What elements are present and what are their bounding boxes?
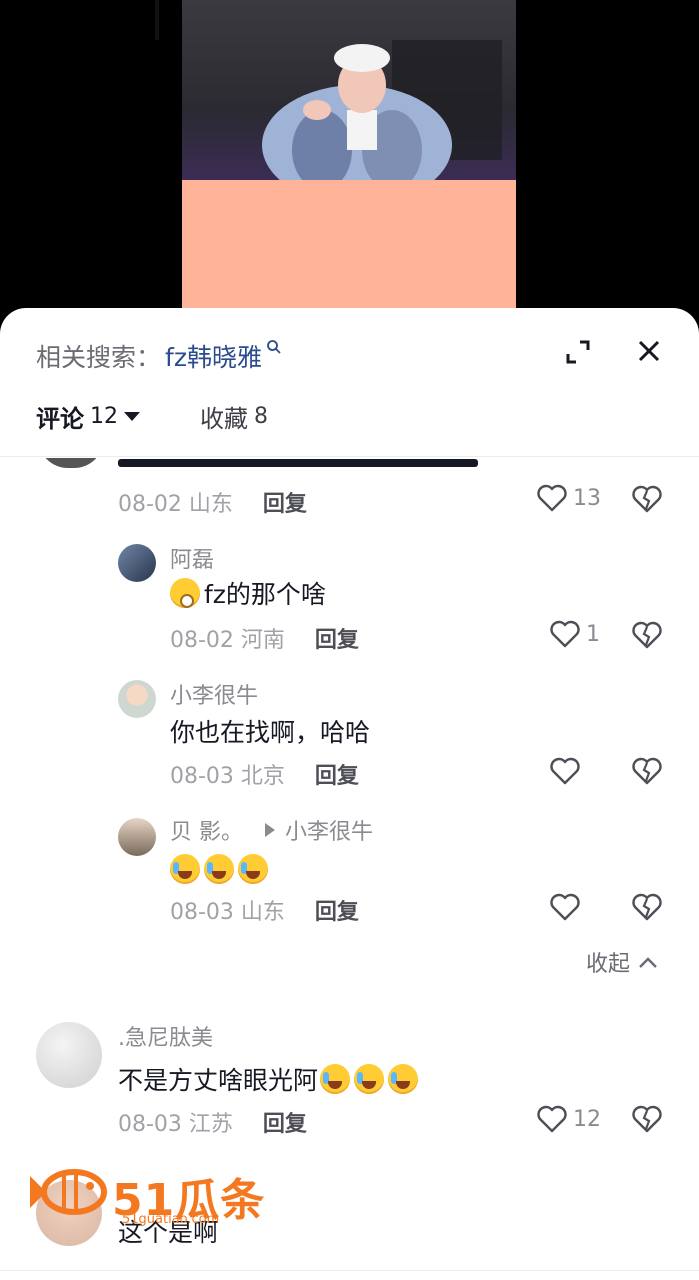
- avatar[interactable]: [38, 458, 104, 468]
- reply-button[interactable]: 回复: [263, 486, 307, 518]
- related-search-label: 相关搜索：: [36, 343, 162, 372]
- shocked-emoji-icon: [170, 578, 200, 608]
- avatar[interactable]: [118, 680, 156, 718]
- comment-sheet: 相关搜索： fz韩晓雅 评论 12 收藏 8 08-02 山东 回复 13 阿磊…: [0, 308, 699, 1280]
- heart-icon: [537, 1105, 567, 1133]
- laugh-cry-emoji-icon: [320, 1064, 351, 1094]
- reply-username[interactable]: 小李很牛: [170, 678, 258, 710]
- related-search[interactable]: 相关搜索： fz韩晓雅: [36, 336, 282, 376]
- laugh-cry-emoji-icon: [170, 854, 200, 884]
- reply-username[interactable]: 阿磊: [170, 542, 214, 574]
- chevron-up-icon: [639, 957, 657, 968]
- reply-text: [170, 852, 272, 886]
- tab-bar: 评论 12 收藏 8: [36, 396, 328, 436]
- reply-text: 你也在找啊，哈哈: [170, 718, 371, 747]
- person-figure: [262, 44, 452, 180]
- avatar[interactable]: [36, 1022, 102, 1088]
- broken-heart-icon: [632, 757, 662, 785]
- collapse-replies-button[interactable]: 收起: [586, 946, 658, 978]
- reply-meta: 08-02 河南 回复: [170, 622, 359, 654]
- heart-icon: [550, 757, 580, 785]
- divider: [0, 1270, 699, 1271]
- expand-icon[interactable]: [562, 336, 594, 368]
- comment-date-location: 08-02 山东: [118, 492, 233, 517]
- search-icon: [266, 336, 282, 360]
- comment-username[interactable]: .急尼肽美: [118, 1020, 213, 1052]
- fish-logo-icon: [30, 1169, 107, 1215]
- broken-heart-icon: [632, 485, 662, 513]
- reply-button[interactable]: 回复: [263, 1106, 307, 1138]
- dislike-button[interactable]: [632, 485, 662, 517]
- tab-favorites-count: 8: [254, 403, 268, 429]
- lamp-decor: [155, 0, 159, 40]
- like-button[interactable]: 13: [537, 484, 601, 512]
- watermark-site: 51guatiao.com: [122, 1212, 220, 1227]
- like-button[interactable]: 1: [550, 620, 600, 648]
- avatar[interactable]: [118, 544, 156, 582]
- dislike-button[interactable]: [632, 621, 662, 653]
- collapse-label: 收起: [586, 952, 631, 977]
- watermark-logo: 51瓜条 51guatiao.com: [24, 1160, 274, 1230]
- dislike-button[interactable]: [632, 1105, 662, 1137]
- reply-meta: 08-03 山东 回复: [170, 894, 359, 926]
- dislike-button[interactable]: [632, 757, 662, 789]
- caret-down-icon: [124, 411, 140, 421]
- comment-list: 08-02 山东 回复 13 阿磊 fz的那个啥 08-02 河南 回复 1 小…: [0, 458, 699, 1280]
- like-button[interactable]: [550, 893, 580, 921]
- broken-heart-icon: [632, 893, 662, 921]
- reply-username-row: 贝 影。 小李很牛: [170, 814, 373, 846]
- reply-meta: 08-03 北京 回复: [170, 758, 359, 790]
- reply-username[interactable]: 贝 影。: [170, 814, 243, 846]
- tab-comments-label: 评论: [36, 404, 84, 433]
- avatar[interactable]: [118, 818, 156, 856]
- like-count: 13: [573, 485, 601, 511]
- comment-meta: 08-02 山东 回复: [118, 486, 307, 518]
- laugh-cry-emoji-icon: [354, 1064, 385, 1094]
- play-arrow-icon: [265, 823, 275, 837]
- like-count: 1: [586, 621, 600, 647]
- comment-text: 不是方丈啥眼光阿: [118, 1062, 422, 1096]
- reply-date-location: 08-03 北京: [170, 764, 285, 789]
- laugh-cry-emoji-icon: [388, 1064, 419, 1094]
- tab-favorites[interactable]: 收藏 8: [200, 399, 268, 434]
- reply-button[interactable]: 回复: [315, 894, 359, 926]
- comment-date-location: 08-03 江苏: [118, 1112, 233, 1137]
- reply-button[interactable]: 回复: [315, 622, 359, 654]
- video-frame: [182, 0, 516, 180]
- like-button[interactable]: 12: [537, 1105, 601, 1133]
- dislike-button[interactable]: [632, 893, 662, 925]
- reply-button[interactable]: 回复: [315, 758, 359, 790]
- close-icon[interactable]: [634, 336, 664, 366]
- like-count: 12: [573, 1106, 601, 1132]
- reply-date-location: 08-03 山东: [170, 900, 285, 925]
- reply-text: fz的那个啥: [170, 576, 326, 610]
- broken-heart-icon: [632, 1105, 662, 1133]
- tab-comments[interactable]: 评论 12: [36, 399, 140, 434]
- related-search-keyword[interactable]: fz韩晓雅: [165, 338, 262, 374]
- reply-date-location: 08-02 河南: [170, 628, 285, 653]
- video-player[interactable]: [0, 0, 699, 330]
- heart-icon: [550, 893, 580, 921]
- tab-favorites-label: 收藏: [200, 404, 248, 433]
- comment-text-partial: [118, 458, 498, 468]
- broken-heart-icon: [632, 621, 662, 649]
- reply-text-content: fz的那个啥: [204, 580, 326, 609]
- laugh-cry-emoji-icon: [238, 854, 268, 884]
- laugh-cry-emoji-icon: [204, 854, 234, 884]
- comment-meta: 08-03 江苏 回复: [118, 1106, 307, 1138]
- divider: [0, 456, 699, 457]
- like-button[interactable]: [550, 757, 580, 785]
- tab-comments-count: 12: [90, 403, 118, 429]
- heart-icon: [537, 484, 567, 512]
- heart-icon: [550, 620, 580, 648]
- comment-text-content: 不是方丈啥眼光阿: [118, 1066, 319, 1095]
- reply-to-username[interactable]: 小李很牛: [285, 814, 373, 846]
